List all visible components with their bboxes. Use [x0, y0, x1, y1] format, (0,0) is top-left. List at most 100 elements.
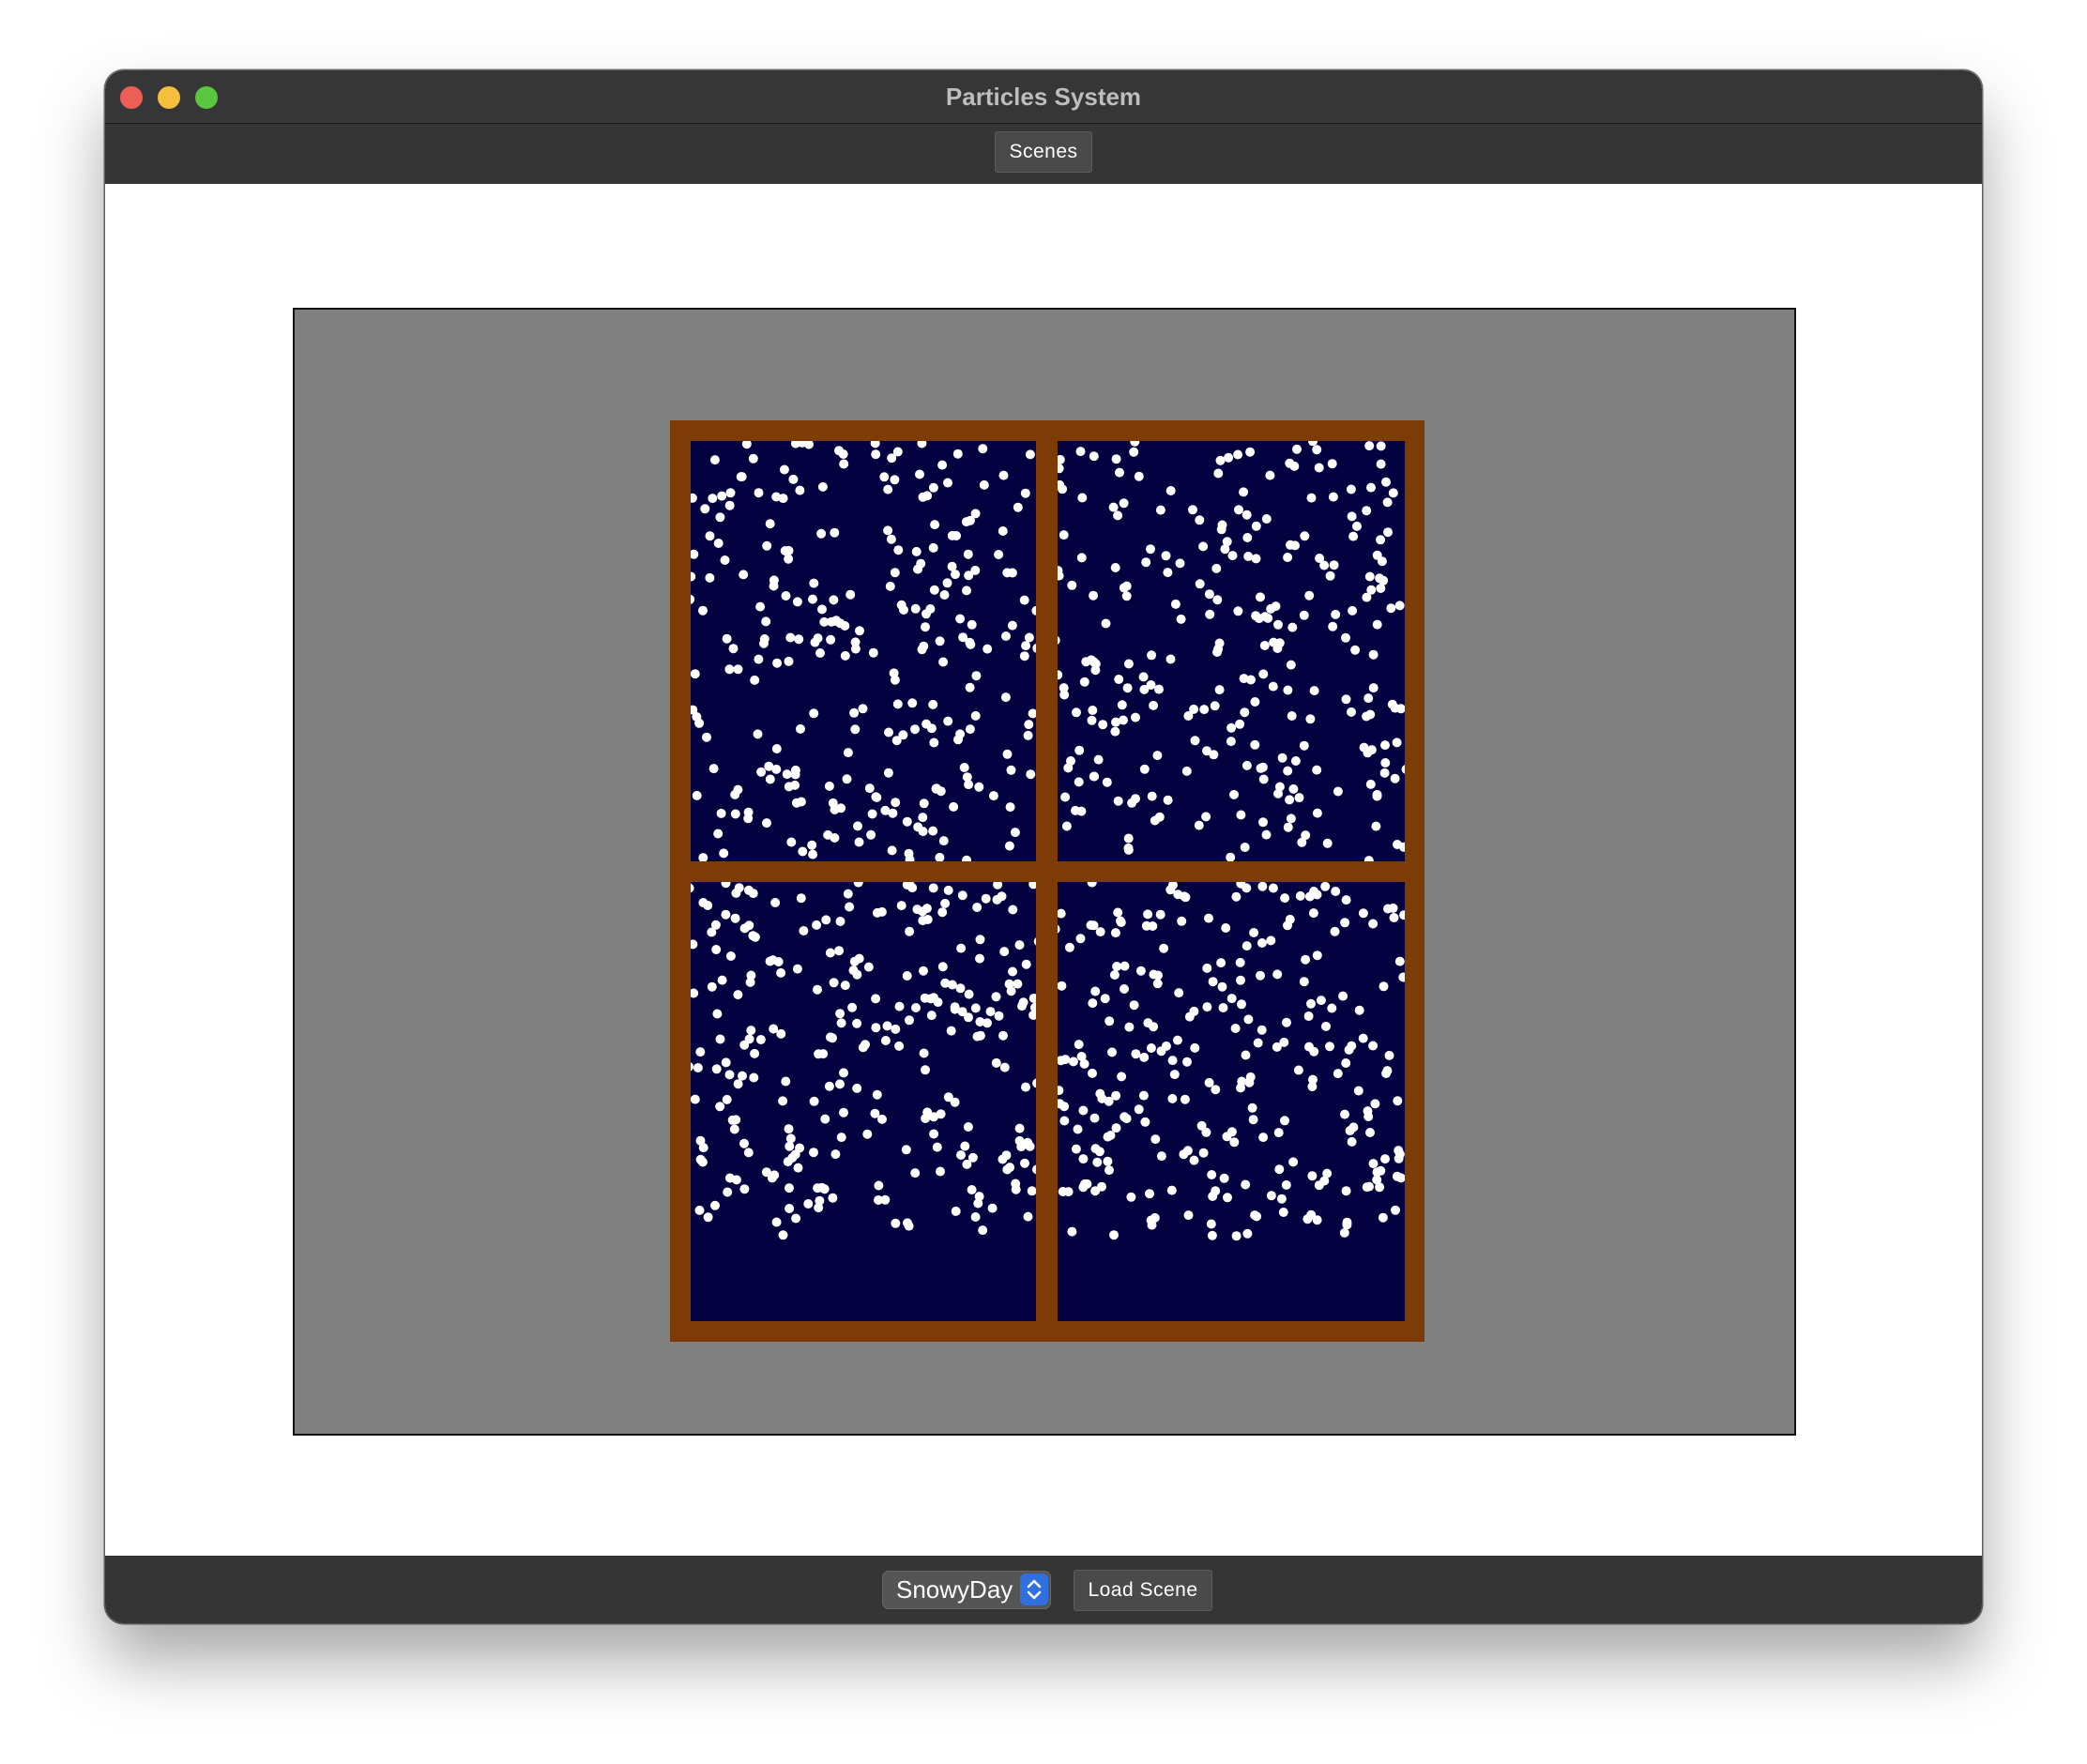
snow-particle	[1240, 707, 1250, 718]
snow-particle	[1154, 684, 1164, 694]
snow-particle	[745, 977, 755, 987]
snow-particle	[956, 943, 967, 953]
snow-particle	[1301, 954, 1311, 965]
snow-particle	[785, 632, 796, 643]
snow-particle	[1182, 1146, 1193, 1156]
snow-particle	[1123, 659, 1134, 669]
snow-particle	[1269, 637, 1279, 647]
snow-particle	[765, 774, 775, 784]
snow-particle	[1242, 1228, 1253, 1239]
load-scene-button[interactable]: Load Scene	[1074, 1570, 1212, 1611]
snow-particle	[1058, 1187, 1068, 1196]
snow-particle	[967, 1185, 977, 1194]
snow-particle	[749, 1072, 759, 1083]
snow-particle	[905, 926, 915, 936]
snow-particle	[1058, 1086, 1064, 1096]
snow-particle	[1241, 1179, 1251, 1190]
snow-particle	[1115, 467, 1124, 478]
snow-particle	[733, 784, 743, 795]
bottom-toolbar: SnowyDay Load Scene	[105, 1556, 1982, 1623]
snow-particle	[862, 1129, 873, 1139]
snow-particle	[981, 893, 991, 904]
snow-particle	[1370, 1099, 1380, 1109]
snow-particle	[830, 527, 840, 538]
snow-particle	[1138, 672, 1149, 682]
snow-particle	[733, 664, 743, 675]
snow-particle	[1306, 1209, 1317, 1220]
snow-particle	[1175, 558, 1185, 569]
snow-particle	[838, 449, 848, 459]
snow-particle	[1208, 977, 1218, 987]
snow-particle	[1090, 986, 1101, 996]
snow-particle	[1325, 570, 1335, 581]
snow-particle	[724, 500, 735, 510]
particle-canvas[interactable]	[293, 308, 1796, 1436]
snow-particle	[1252, 1211, 1262, 1222]
snow-particle	[1348, 605, 1358, 616]
snow-particle	[1309, 1046, 1319, 1057]
snow-particle	[1000, 692, 1011, 703]
snow-particle	[1363, 693, 1374, 704]
snow-particle	[958, 632, 968, 643]
snow-particle	[1249, 928, 1259, 937]
snow-particle	[1077, 493, 1088, 503]
snow-particle	[928, 482, 938, 493]
snow-particle	[1212, 647, 1222, 657]
snow-particle	[796, 797, 806, 807]
snow-particle	[1394, 956, 1405, 966]
snow-particle	[904, 848, 914, 859]
snow-particle	[1190, 736, 1200, 746]
snow-particle	[853, 821, 862, 831]
snow-particle	[1376, 441, 1386, 451]
window-title: Particles System	[945, 83, 1142, 111]
snow-particle	[1027, 1186, 1036, 1196]
snow-particle	[1147, 650, 1157, 661]
snow-particle	[1152, 979, 1163, 989]
snow-particle	[755, 601, 766, 612]
snow-particle	[983, 1018, 992, 1028]
snow-particle	[1256, 592, 1265, 602]
snow-particle	[928, 883, 938, 893]
snow-particle	[1286, 660, 1296, 670]
snow-particle	[922, 1107, 933, 1118]
snow-particle	[1363, 856, 1374, 861]
snow-particle	[998, 526, 1008, 536]
snow-particle	[947, 980, 957, 990]
snow-particle	[795, 485, 805, 495]
snow-particle	[721, 1057, 731, 1068]
snow-particle	[835, 1079, 845, 1089]
snow-particle	[867, 809, 877, 819]
scene-select[interactable]: SnowyDay	[882, 1571, 1051, 1609]
snow-particle	[918, 916, 928, 926]
snow-particle	[896, 901, 906, 911]
snow-particle	[1088, 998, 1098, 1009]
snow-particle	[1072, 707, 1081, 718]
snow-particle	[1076, 806, 1087, 816]
snow-particle	[1379, 981, 1389, 992]
snow-particle	[729, 1124, 739, 1134]
snow-particle	[1346, 484, 1356, 494]
snow-particle	[739, 1040, 750, 1050]
snow-particle	[1155, 505, 1165, 515]
snow-particle	[1207, 1170, 1217, 1179]
title-bar[interactable]: Particles System	[105, 70, 1982, 124]
snow-particle	[1242, 533, 1253, 542]
snow-particle	[1111, 454, 1121, 464]
snow-particle	[1088, 1068, 1097, 1078]
snow-particle	[1071, 1144, 1081, 1154]
snow-particle	[1195, 515, 1205, 525]
snow-particle	[1277, 753, 1287, 763]
snow-particle	[910, 724, 920, 735]
snow-particle	[769, 581, 779, 591]
snow-particle	[1242, 883, 1252, 893]
snow-particle	[1188, 505, 1197, 515]
snow-particle	[1391, 1205, 1400, 1215]
snow-particle	[1206, 1219, 1216, 1229]
snow-particle	[1254, 614, 1264, 624]
snow-particle	[1058, 484, 1068, 494]
snow-particle	[1122, 683, 1133, 693]
scenes-button[interactable]: Scenes	[995, 131, 1092, 173]
snow-particle	[792, 964, 802, 974]
snow-particle	[1190, 1042, 1200, 1053]
snow-particle	[813, 984, 822, 995]
